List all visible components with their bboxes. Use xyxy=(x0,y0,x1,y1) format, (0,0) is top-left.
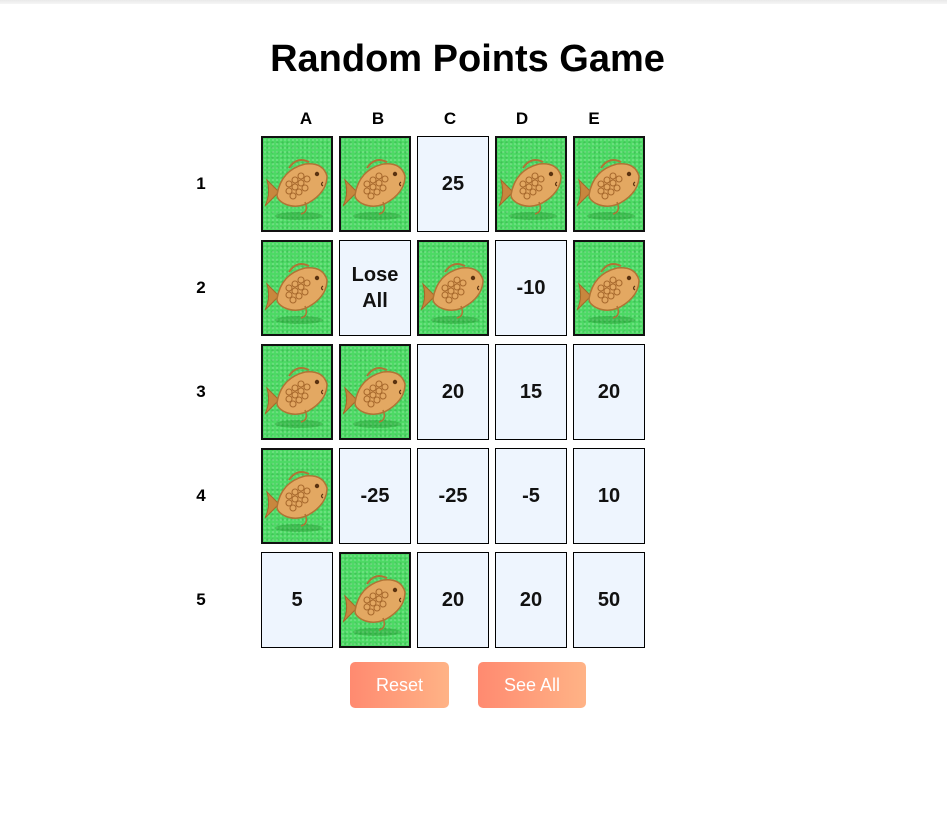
row-label-1: 1 xyxy=(196,174,206,193)
tile-a2[interactable] xyxy=(261,240,333,336)
tile-value: 25 xyxy=(441,173,465,195)
tile-e5[interactable]: 50 xyxy=(573,552,645,648)
tile-d4[interactable]: -5 xyxy=(495,448,567,544)
see-all-button[interactable]: See All xyxy=(478,662,586,708)
tile-b4[interactable]: -25 xyxy=(339,448,411,544)
taiyaki-fish-icon xyxy=(343,575,406,636)
tile-e1[interactable] xyxy=(573,136,645,232)
tile-b5[interactable] xyxy=(339,552,411,648)
tile-value: 20 xyxy=(519,589,543,611)
tile-c1[interactable]: 25 xyxy=(417,136,489,232)
tile-value: -25 xyxy=(360,485,390,507)
tile-a3[interactable] xyxy=(261,344,333,440)
tile-value: 10 xyxy=(597,485,621,507)
tile-b3[interactable] xyxy=(339,344,411,440)
tile-value: -5 xyxy=(522,485,540,507)
tile-e3[interactable]: 20 xyxy=(573,344,645,440)
taiyaki-fish-icon xyxy=(265,159,328,220)
column-label-c: C xyxy=(443,109,457,128)
tile-d5[interactable]: 20 xyxy=(495,552,567,648)
taiyaki-fish-icon xyxy=(265,471,328,532)
tile-d2[interactable]: -10 xyxy=(495,240,567,336)
column-label-b: B xyxy=(371,109,385,128)
tile-value: 20 xyxy=(441,589,465,611)
taiyaki-fish-icon xyxy=(343,367,406,428)
taiyaki-fish-icon xyxy=(577,263,640,324)
reset-button[interactable]: Reset xyxy=(350,662,449,708)
column-label-a: A xyxy=(299,109,313,128)
taiyaki-fish-icon xyxy=(421,263,484,324)
tile-a4[interactable] xyxy=(261,448,333,544)
tile-e2[interactable] xyxy=(573,240,645,336)
tile-c4[interactable]: -25 xyxy=(417,448,489,544)
page-title: Random Points Game xyxy=(270,38,665,80)
taiyaki-fish-icon xyxy=(265,367,328,428)
taiyaki-fish-icon xyxy=(343,159,406,220)
tile-value: Lose All xyxy=(351,264,399,312)
column-label-e: E xyxy=(588,109,600,128)
row-label-2: 2 xyxy=(196,278,206,297)
tile-e4[interactable]: 10 xyxy=(573,448,645,544)
row-label-4: 4 xyxy=(196,486,206,505)
tile-value: -10 xyxy=(516,277,546,299)
tile-value: 20 xyxy=(597,381,621,403)
top-bar xyxy=(0,0,947,4)
tile-value: 15 xyxy=(519,381,543,403)
taiyaki-fish-icon xyxy=(499,159,562,220)
tile-b1[interactable] xyxy=(339,136,411,232)
taiyaki-fish-icon xyxy=(577,159,640,220)
tile-d3[interactable]: 15 xyxy=(495,344,567,440)
tile-value: 5 xyxy=(291,589,303,611)
tile-value: 20 xyxy=(441,381,465,403)
tile-value: 50 xyxy=(597,589,621,611)
tile-c5[interactable]: 20 xyxy=(417,552,489,648)
tile-a5[interactable]: 5 xyxy=(261,552,333,648)
tile-b2[interactable]: Lose All xyxy=(339,240,411,336)
tile-c3[interactable]: 20 xyxy=(417,344,489,440)
row-label-3: 3 xyxy=(196,382,206,401)
tile-c2[interactable] xyxy=(417,240,489,336)
tile-value: -25 xyxy=(438,485,468,507)
tile-d1[interactable] xyxy=(495,136,567,232)
tile-a1[interactable] xyxy=(261,136,333,232)
column-label-d: D xyxy=(515,109,529,128)
row-label-5: 5 xyxy=(196,590,206,609)
taiyaki-fish-icon xyxy=(265,263,328,324)
